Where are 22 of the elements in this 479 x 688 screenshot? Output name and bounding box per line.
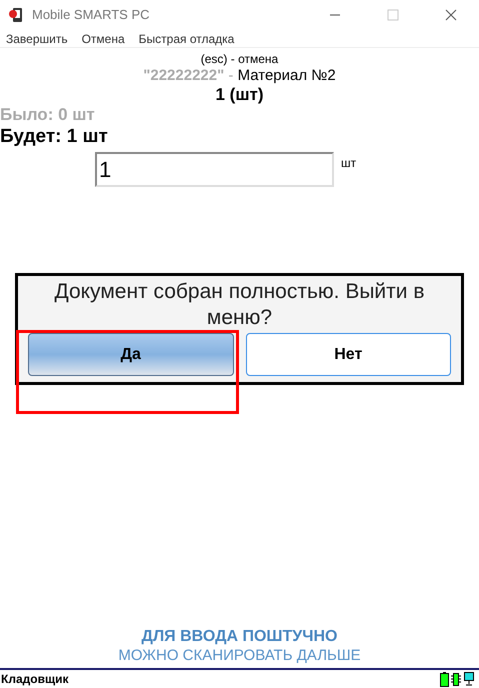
app-icon	[8, 7, 24, 23]
footer-title: ДЛЯ ВВОДА ПОШТУЧНО	[142, 627, 338, 647]
dialog-button[interactable]: Нет	[246, 333, 451, 376]
was-quantity: Было: 0 шт	[0, 105, 95, 125]
menu-item[interactable]: Быстрая отладка	[138, 30, 234, 48]
quantity-field[interactable]: 1	[95, 152, 334, 187]
hint-text: (esc) - отмена	[200, 51, 278, 67]
product-title: "22222222" - Материал №2	[143, 67, 336, 85]
chip-icon	[451, 672, 461, 686]
user-name: Кладовщик	[1, 671, 68, 688]
close-icon[interactable]	[445, 9, 457, 21]
footer-subtitle: МОЖНО СКАНИРОВАТЬ ДАЛЬШЕ	[118, 647, 361, 665]
dialog-message: Документ собран полностью. Выйти в меню?	[54, 279, 426, 331]
quantity-text: 1 (шт)	[216, 85, 264, 105]
menu-item[interactable]: Завершить	[6, 30, 68, 48]
menu-item[interactable]: Отмена	[82, 30, 125, 48]
window-title: Mobile SMARTS PC	[32, 6, 150, 24]
unit-label: шт	[341, 155, 356, 172]
will-be-quantity: Будет: 1 шт	[0, 125, 108, 149]
battery-icon	[440, 672, 449, 686]
network-icon	[464, 672, 474, 686]
dialog-button[interactable]: Да	[28, 333, 234, 376]
